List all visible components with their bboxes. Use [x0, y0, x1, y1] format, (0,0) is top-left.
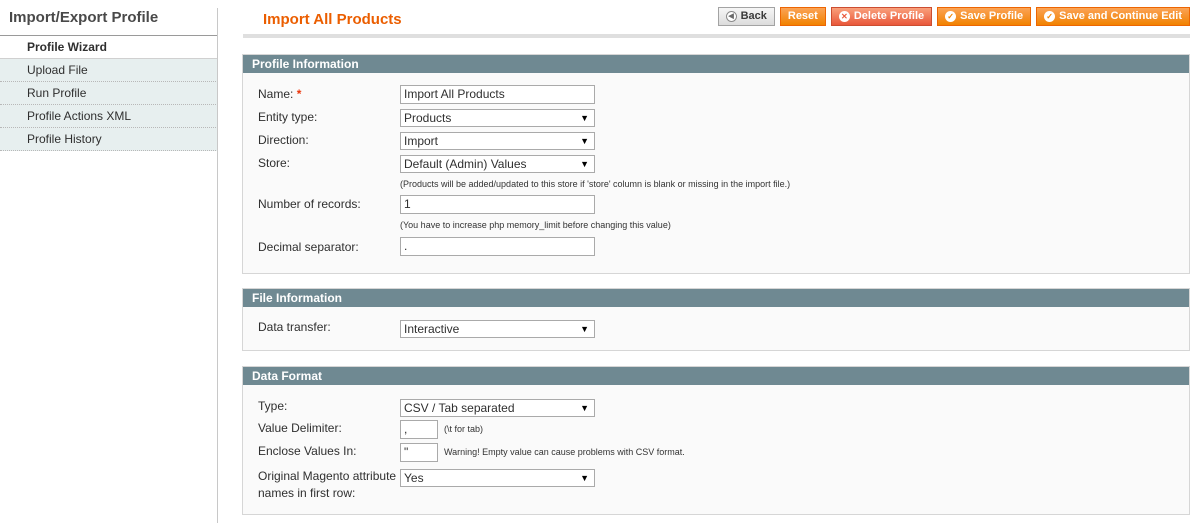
- value-delimiter-note: (\t for tab): [444, 424, 484, 434]
- enclose-values-label: Enclose Values In:: [258, 444, 357, 458]
- data-transfer-select[interactable]: Interactive ▼: [400, 320, 595, 338]
- direction-label: Direction:: [258, 133, 309, 147]
- delete-profile-label: Delete Profile: [853, 10, 925, 22]
- name-input[interactable]: Import All Products: [400, 85, 595, 104]
- records-input[interactable]: 1: [400, 195, 595, 214]
- entity-type-row: Entity type: Products ▼: [258, 109, 1189, 128]
- type-select[interactable]: CSV / Tab separated ▼: [400, 399, 595, 417]
- attribute-names-row: Original Magento attribute names in first…: [258, 468, 1189, 500]
- back-arrow-icon: ◀: [725, 11, 737, 22]
- entity-type-value: Products: [404, 111, 452, 125]
- sidebar-title: Import/Export Profile: [0, 0, 218, 36]
- store-note: (Products will be added/updated to this …: [400, 179, 791, 189]
- save-and-continue-label: Save and Continue Edit: [1059, 10, 1182, 22]
- entity-type-label: Entity type:: [258, 110, 318, 124]
- data-transfer-row: Data transfer: Interactive ▼: [258, 320, 1189, 338]
- back-button[interactable]: ◀ Back: [717, 7, 775, 26]
- chevron-down-icon: ▼: [580, 324, 589, 334]
- store-row: Store: Default (Admin) Values ▼ (Products…: [258, 155, 1189, 189]
- checkmark-icon: ✓: [945, 11, 957, 22]
- data-transfer-label: Data transfer:: [258, 320, 331, 334]
- back-button-label: Back: [740, 10, 767, 22]
- sidebar-nav: Profile Wizard Upload File Run Profile P…: [0, 36, 218, 151]
- attribute-names-label: Original Magento attribute names in first…: [258, 469, 397, 500]
- value-delimiter-input[interactable]: ,: [400, 420, 438, 439]
- chevron-down-icon: ▼: [580, 136, 589, 146]
- enclose-values-input[interactable]: ": [400, 443, 438, 462]
- store-select[interactable]: Default (Admin) Values ▼: [400, 155, 595, 173]
- section-heading: File Information: [243, 289, 1189, 307]
- sidebar-item-profile-actions-xml[interactable]: Profile Actions XML: [0, 105, 218, 128]
- direction-select[interactable]: Import ▼: [400, 132, 595, 150]
- type-value: CSV / Tab separated: [404, 401, 515, 415]
- enclose-values-note: Warning! Empty value can cause problems …: [444, 447, 685, 457]
- file-information-section: File Information Data transfer: Interact…: [242, 288, 1190, 351]
- sidebar-item-upload-file[interactable]: Upload File: [0, 59, 218, 82]
- store-value: Default (Admin) Values: [404, 157, 527, 171]
- chevron-down-icon: ▼: [580, 473, 589, 483]
- reset-button[interactable]: Reset: [779, 7, 826, 26]
- sidebar-item-run-profile[interactable]: Run Profile: [0, 82, 218, 105]
- records-note: (You have to increase php memory_limit b…: [400, 220, 671, 230]
- page-title: Import All Products: [263, 11, 402, 28]
- section-heading: Profile Information: [243, 55, 1189, 73]
- profile-information-section: Profile Information Name: * Import All P…: [242, 54, 1190, 274]
- save-profile-button[interactable]: ✓ Save Profile: [937, 7, 1032, 26]
- section-body: Data transfer: Interactive ▼: [243, 307, 1189, 350]
- delete-profile-button[interactable]: ✕ Delete Profile: [830, 7, 933, 26]
- reset-button-label: Reset: [787, 10, 818, 22]
- toolbar: ◀ Back Reset ✕ Delete Profile ✓ Save Pro…: [717, 7, 1190, 26]
- store-label: Store:: [258, 156, 291, 170]
- data-format-section: Data Format Type: CSV / Tab separated ▼ V…: [242, 366, 1190, 515]
- chevron-down-icon: ▼: [580, 159, 589, 169]
- type-label: Type:: [258, 399, 288, 413]
- checkmark-icon: ✓: [1044, 11, 1056, 22]
- sidebar: Import/Export Profile Profile Wizard Upl…: [0, 0, 218, 523]
- chevron-down-icon: ▼: [580, 113, 589, 123]
- attribute-names-value: Yes: [404, 471, 424, 485]
- section-heading: Data Format: [243, 367, 1189, 385]
- save-and-continue-button[interactable]: ✓ Save and Continue Edit: [1036, 7, 1190, 26]
- decimal-input[interactable]: .: [400, 237, 595, 256]
- sidebar-divider: [217, 8, 218, 523]
- sidebar-item-profile-history[interactable]: Profile History: [0, 128, 218, 151]
- value-delimiter-label: Value Delimiter:: [258, 421, 342, 435]
- save-profile-label: Save Profile: [960, 10, 1024, 22]
- entity-type-select[interactable]: Products ▼: [400, 109, 595, 127]
- direction-row: Direction: Import ▼: [258, 132, 1189, 151]
- delete-icon: ✕: [838, 11, 850, 22]
- section-body: Type: CSV / Tab separated ▼ Value Delimit…: [243, 385, 1189, 514]
- type-row: Type: CSV / Tab separated ▼: [258, 399, 1189, 417]
- attribute-names-select[interactable]: Yes ▼: [400, 469, 595, 487]
- sidebar-item-profile-wizard[interactable]: Profile Wizard: [0, 36, 218, 59]
- direction-value: Import: [404, 134, 439, 148]
- decimal-label: Decimal separator:: [258, 240, 359, 254]
- name-label: Name: *: [258, 87, 302, 101]
- records-label: Number of records:: [258, 197, 361, 211]
- chevron-down-icon: ▼: [580, 403, 589, 413]
- section-body: Name: * Import All Products Entity type:…: [243, 73, 1189, 273]
- required-mark: *: [296, 87, 302, 101]
- data-transfer-value: Interactive: [404, 322, 460, 336]
- header-divider: [243, 34, 1190, 38]
